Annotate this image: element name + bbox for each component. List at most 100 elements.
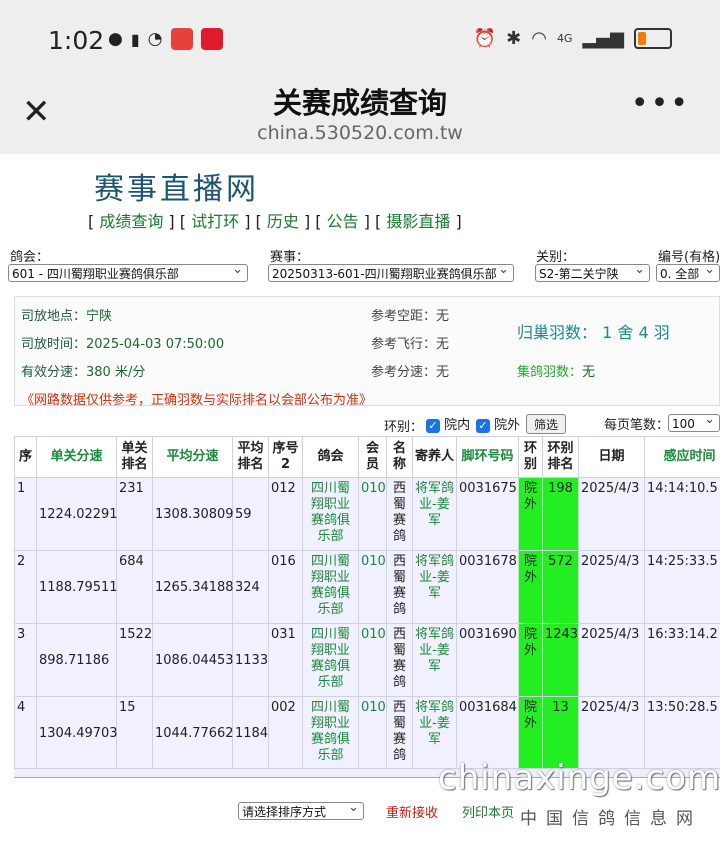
filter-button[interactable]: 筛选 [526,414,566,434]
outer-option[interactable]: ✓ 院外 [476,414,520,433]
cell-club[interactable]: 四川蜀翔职业赛鸽俱乐部 [302,623,359,697]
table-header-row: 序 单关分速 单关排名 平均分速 平均排名 序号2 鸽会 会员 名称 寄养人 脚… [14,436,720,478]
number-select[interactable]: 0. 全部 [656,264,720,282]
notice-text: 《网路数据仅供参考，正确羽数与实际排名以会部公布为准》 [21,393,373,408]
cell-avg-speed: 1044.77662 [152,696,234,770]
cell-speed: 898.71186 [36,623,117,697]
cell-rank: 231 [116,477,153,551]
cell-club[interactable]: 四川蜀翔职业赛鸽俱乐部 [302,550,359,624]
per-page-label: 每页笔数： [604,418,670,433]
col-time[interactable]: 感应时间 [644,436,720,478]
race-label: 赛事： [270,250,310,265]
outer-checkbox[interactable]: ✓ [476,418,490,433]
cell-avg-rank: 1184 [232,696,269,770]
cell-member[interactable]: 010 [358,696,387,770]
col-ring[interactable]: 脚环号码 [456,436,519,478]
inner-checkbox[interactable]: ✓ [426,418,440,433]
col-foster[interactable]: 寄养人 [412,436,457,478]
status-time: 1:02 [48,26,105,55]
battery-icon [634,28,672,49]
sort-select[interactable]: 请选择排序方式 [238,802,364,820]
print-link[interactable]: 列印本页 [462,802,514,821]
col-ring-rank[interactable]: 环别排名 [542,436,579,478]
club-select[interactable]: 601 - 四川蜀翔职业赛鸽俱乐部 [8,264,248,282]
nav-link-results[interactable]: 成绩查询 [99,212,163,231]
cell-ring-rank: 198 [542,477,579,551]
cell-ring-type: 院外 [518,623,543,697]
col-name[interactable]: 名称 [386,436,413,478]
cell-ring-type: 院外 [518,477,543,551]
ref-flight: 参考飞行：无 [371,337,450,352]
nav-link-notice[interactable]: 公告 [327,212,359,231]
cell-member[interactable]: 010 [358,623,387,697]
cell-avg-rank: 324 [232,550,269,624]
cell-name: 西蜀赛鸽 [386,696,413,770]
stage-select[interactable]: S2-第二关宁陕 [535,264,650,282]
wifi-icon: ◠ [531,28,547,49]
col-rank[interactable]: 单关排名 [116,436,153,478]
more-menu-icon[interactable]: ••• [631,86,690,121]
status-bar: 1:02 ● ▮ ◔ ⏰ ✱ ◠ 4G ▂▄▆ [0,0,720,80]
cell-member[interactable]: 010 [358,550,387,624]
network-label: 4G [556,32,573,45]
cell-ring: 0031675 [456,477,519,551]
col-ring-type[interactable]: 环别 [518,436,543,478]
col-club[interactable]: 鸽会 [302,436,359,478]
cell-club[interactable]: 四川蜀翔职业赛鸽俱乐部 [302,477,359,551]
cell-speed: 1188.79511 [36,550,118,624]
watermark-domain: chinaxinge.com [438,758,720,798]
col-speed[interactable]: 单关分速 [36,436,117,478]
nav-link-trial[interactable]: 试打环 [191,212,239,231]
table-row: 2 1188.79511 684 1265.34188 324 016 四川蜀翔职业赛鸽俱乐… [14,550,720,624]
cell-ring: 0031678 [456,550,519,624]
cell-member[interactable]: 010 [358,477,387,551]
home-count: 归巢羽数： 1 舍 4 羽 [517,323,670,342]
app-icon-1 [170,28,193,50]
cell-rank: 684 [116,550,153,624]
cell-ring: 0031690 [456,623,519,697]
cell-seq2: 016 [268,550,303,624]
cell-date: 2025/4/3 [578,623,645,697]
cell-seq: 1 [14,477,37,551]
cell-foster[interactable]: 将军鸽业-姜军 [412,623,457,697]
cell-club[interactable]: 四川蜀翔职业赛鸽俱乐部 [302,696,359,770]
cell-foster[interactable]: 将军鸽业-姜军 [412,477,457,551]
cell-ring-rank: 572 [542,550,579,624]
page-url: china.530520.com.tw [257,122,463,144]
table-row: 1 1224.02291 231 1308.30809 59 012 四川蜀翔职业赛鸽俱乐部… [14,477,720,551]
race-select[interactable]: 20250313-601-四川蜀翔职业赛鸽俱乐部 [268,264,514,282]
col-date[interactable]: 日期 [578,436,645,478]
status-right-icons: ⏰ ✱ ◠ 4G ▂▄▆ [474,28,672,49]
cell-ring-rank: 1243 [542,623,579,697]
page-title: 关赛成绩查询 [272,86,447,120]
col-seq2[interactable]: 序号2 [268,436,303,478]
sync-icon: ◔ [147,29,163,49]
signal-icon: ▂▄▆ [582,28,624,49]
battery-small-icon: ▮ [130,29,140,49]
cell-avg-speed: 1308.30809 [152,477,234,551]
per-page-select[interactable]: 100 [668,414,720,432]
cell-time: 16:33:14.2 [644,623,720,697]
cell-date: 2025/4/3 [578,550,645,624]
cell-date: 2025/4/3 [578,477,645,551]
cell-seq: 2 [14,550,37,624]
nav-link-live[interactable]: 摄影直播 [386,212,450,231]
number-label: 编号(有格) [658,250,720,265]
reload-link[interactable]: 重新接收 [386,802,438,821]
web-page: 赛事直播网 [ 成绩查询 ] [ 试打环 ] [ 历史 ] [ 公告 ] [ 摄… [0,154,720,852]
chat-icon: ● [108,29,123,49]
col-seq[interactable]: 序 [14,436,37,478]
cell-speed: 1224.02291 [36,477,118,551]
nav-link-history[interactable]: 历史 [267,212,299,231]
filter-row: 环别： ✓ 院内 ✓ 院外 筛选 每页笔数： 100 [0,414,720,436]
col-avg-speed[interactable]: 平均分速 [152,436,233,478]
inner-option[interactable]: ✓ 院内 [426,414,470,433]
release-time: 司放时间：2025-04-03 07:50:00 [21,337,225,352]
race-info-box: 司放地点：宁陕 司放时间：2025-04-03 07:50:00 有效分速：38… [14,296,720,408]
ring-label: 环别： [384,420,424,435]
col-member[interactable]: 会员 [358,436,387,478]
browser-navbar: ✕ 关赛成绩查询 china.530520.com.tw ••• [0,80,720,154]
cell-foster[interactable]: 将军鸽业-姜军 [412,550,457,624]
status-left-icons: ● ▮ ◔ [108,28,223,50]
col-avg-rank[interactable]: 平均排名 [232,436,269,478]
